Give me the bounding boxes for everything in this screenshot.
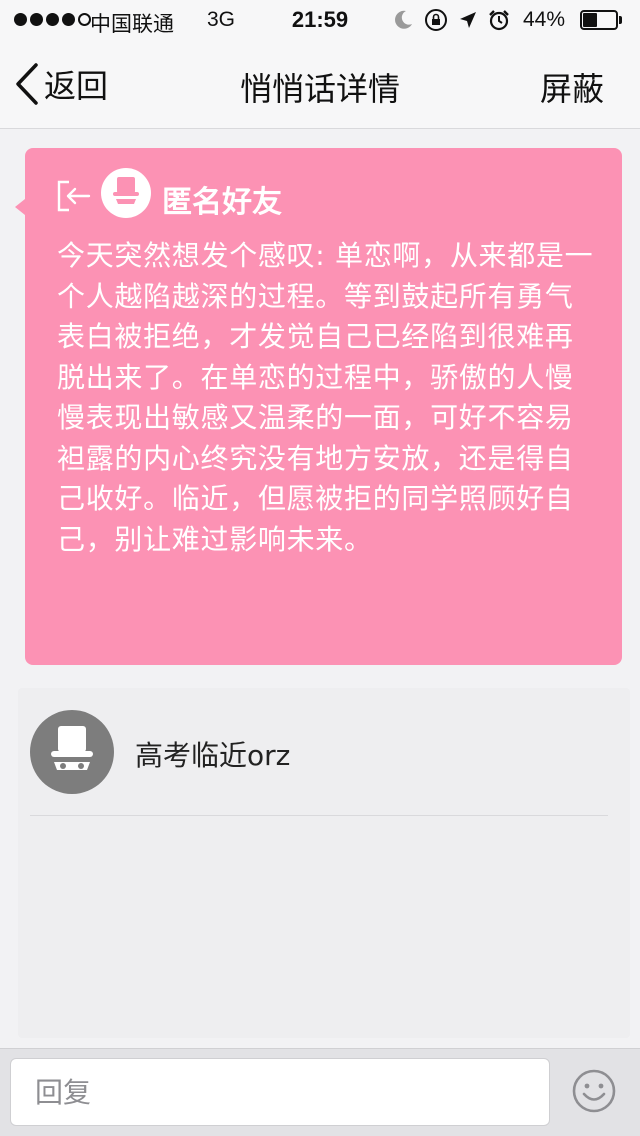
- moon-icon: [395, 10, 412, 29]
- exit-arrow-icon[interactable]: [55, 178, 91, 214]
- comment-item[interactable]: 高考临近orz: [18, 688, 630, 818]
- status-bar: 中国联通 3G 21:59 44%: [0, 0, 640, 40]
- battery-icon: [580, 10, 624, 30]
- top-hat-mask-avatar-icon: [51, 726, 93, 770]
- reply-input[interactable]: [10, 1058, 550, 1126]
- anonymous-avatar: [101, 168, 151, 218]
- block-button[interactable]: 屏蔽: [540, 64, 604, 110]
- message-body: 今天突然想发个感叹: 单恋啊，从来都是一个人越陷越深的过程。等到鼓起所有勇气表白…: [57, 239, 594, 556]
- rotation-lock-icon: [425, 9, 447, 31]
- battery-fill: [583, 13, 597, 27]
- top-hat-mask-avatar-icon: [113, 177, 139, 204]
- smiley-face-icon[interactable]: [571, 1068, 617, 1114]
- message-card: 匿名好友 今天突然想发个感叹: 单恋啊，从来都是一个人越陷越深的过程。等到鼓起所…: [25, 148, 622, 665]
- reply-bar: [0, 1048, 640, 1136]
- commenter-avatar: [30, 710, 114, 794]
- navigation-bar: 返回 悄悄话详情 屏蔽: [0, 40, 640, 129]
- screen: 中国联通 3G 21:59 44% 返回 悄悄话详情 屏蔽 匿名好友 今天突然想…: [0, 0, 640, 1136]
- location-arrow-icon: [460, 12, 476, 28]
- status-icons: [392, 6, 510, 34]
- comment-divider: [30, 815, 608, 816]
- battery-percent: 44%: [523, 8, 566, 31]
- message-card-pointer: [15, 199, 25, 215]
- sender-name: 匿名好友: [162, 185, 282, 220]
- comment-list: 高考临近orz: [18, 688, 630, 1038]
- comment-text: 高考临近orz: [135, 739, 291, 772]
- alarm-clock-icon: [489, 10, 509, 31]
